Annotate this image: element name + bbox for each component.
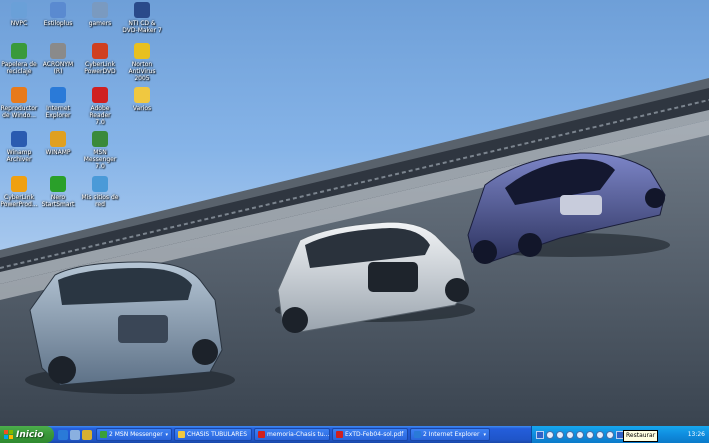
folder-icon xyxy=(178,431,185,438)
adobe-reader-icon xyxy=(92,87,108,103)
pdf-icon xyxy=(258,431,265,438)
desktop-icon-label: NVPC xyxy=(10,20,28,27)
msn-messenger-icon xyxy=(92,131,108,147)
desktop-icon[interactable]: NTI CD & DVD-Maker 7 xyxy=(121,2,163,34)
tooltip: Restaurar xyxy=(623,430,659,442)
desktop-icon[interactable]: Varios xyxy=(121,87,163,112)
gamers-icon xyxy=(92,2,108,18)
taskbar-button[interactable]: ExTD-Feb04-sol.pdf xyxy=(332,428,408,441)
nero-icon xyxy=(50,176,66,192)
taskbar-button-label: ExTD-Feb04-sol.pdf xyxy=(345,431,404,438)
desktop-icon[interactable]: Internet Explorer xyxy=(37,87,79,119)
winamp-icon xyxy=(11,131,27,147)
desktop-icon-label: NTI CD & DVD-Maker 7 xyxy=(122,20,162,34)
norton-icon xyxy=(134,43,150,59)
desktop-icon-label: Internet Explorer xyxy=(45,105,71,119)
internet-explorer-icon xyxy=(414,431,421,438)
desktop-icon-label: Estiloplus xyxy=(43,20,73,27)
desktop-icon-label: Winamp Archiver xyxy=(6,149,32,163)
system-tray: 13:26 xyxy=(531,426,709,443)
desktop-icon[interactable]: NVPC xyxy=(0,2,40,27)
desktop-icon-label: Mis sitios de red xyxy=(81,194,119,208)
desktop[interactable]: NVPC Papelera de reciclaje Reproductor de … xyxy=(0,0,709,426)
desktop-icon[interactable]: CyberLink PowerDVD xyxy=(79,43,121,75)
taskbar-button[interactable]: CHASIS TUBULARES xyxy=(174,428,252,441)
powerdvd-icon xyxy=(92,43,108,59)
taskbar-button-label: CHASIS TUBULARES xyxy=(187,431,248,438)
taskbar-button[interactable]: 2 MSN Messenger ▾ xyxy=(96,428,172,441)
desktop-icon[interactable]: MSN Messenger 7.0 xyxy=(79,131,121,170)
desktop-icon[interactable]: Winamp Archiver xyxy=(0,131,40,163)
media-next-icon[interactable] xyxy=(576,430,584,439)
taskbar-button[interactable]: 2 Internet Explorer ▾ xyxy=(410,428,490,441)
desktop-icon-label: Reproductor de Windo... xyxy=(0,105,38,119)
media-stop-icon[interactable] xyxy=(586,430,594,439)
recycle-bin-icon xyxy=(11,43,27,59)
taskbar: Inicio 2 MSN Messenger ▾ CHASIS TUBULARES m… xyxy=(0,426,709,443)
desktop-icon[interactable]: Mis sitios de red xyxy=(79,176,121,208)
desktop-icon[interactable]: ACRONYM (R) xyxy=(37,43,79,75)
show-desktop-icon[interactable] xyxy=(70,429,80,440)
start-button[interactable]: Inicio xyxy=(0,426,54,443)
chevron-down-icon: ▾ xyxy=(165,431,168,438)
powerproducer-icon xyxy=(11,176,27,192)
internet-explorer-icon[interactable] xyxy=(58,429,68,440)
desktop-icon[interactable]: CyberLink PowerProd... xyxy=(0,176,40,208)
chevron-down-icon: ▾ xyxy=(483,431,486,438)
desktop-icon[interactable]: WINAMP xyxy=(37,131,79,156)
quick-launch xyxy=(54,429,96,440)
volume-icon[interactable] xyxy=(546,430,554,439)
desktop-icon-label: Nero StartSmart xyxy=(41,194,75,208)
pc-icon xyxy=(11,2,27,18)
desktop-icon[interactable]: Papelera de reciclaje xyxy=(0,43,40,75)
media-menu-icon[interactable] xyxy=(606,430,614,439)
desktop-icon-label: Norton AntiVirus 2005 xyxy=(128,61,156,82)
internet-explorer-icon xyxy=(50,87,66,103)
media-player-icon xyxy=(11,87,27,103)
clock[interactable]: 13:26 xyxy=(688,431,709,438)
windows-flag-icon xyxy=(4,430,13,439)
msn-messenger-icon xyxy=(100,431,107,438)
network-places-icon xyxy=(92,176,108,192)
desktop-icon-label: WINAMP xyxy=(45,149,71,156)
desktop-icon-label: ACRONYM (R) xyxy=(42,61,74,75)
winamp-lightning-icon xyxy=(50,131,66,147)
desktop-icon[interactable]: gamers xyxy=(79,2,121,27)
desktop-icon[interactable]: Reproductor de Windo... xyxy=(0,87,40,119)
desktop-icon[interactable]: Norton AntiVirus 2005 xyxy=(121,43,163,82)
media-prev-icon[interactable] xyxy=(556,430,564,439)
desktop-icon-label: Adobe Reader 7.0 xyxy=(89,105,111,126)
folder-icon xyxy=(134,87,150,103)
desktop-icon-label: CyberLink PowerProd... xyxy=(0,194,38,208)
desktop-icon-label: Papelera de reciclaje xyxy=(1,61,37,75)
network-icon xyxy=(50,43,66,59)
start-label: Inicio xyxy=(16,429,44,440)
taskbar-button-label: memoria-Chasis tu... xyxy=(267,431,330,438)
desktop-icon[interactable]: Nero StartSmart xyxy=(37,176,79,208)
folder-app-icon xyxy=(50,2,66,18)
media-play-icon[interactable] xyxy=(566,430,574,439)
outlook-icon[interactable] xyxy=(82,429,92,440)
desktop-icon[interactable]: Adobe Reader 7.0 xyxy=(79,87,121,126)
desktop-icon-label: Varios xyxy=(132,105,152,112)
taskbar-button-label: 2 Internet Explorer xyxy=(423,431,480,438)
taskbar-button-label: 2 MSN Messenger xyxy=(109,431,163,438)
language-icon[interactable] xyxy=(536,430,544,439)
media-pause-icon[interactable] xyxy=(596,430,604,439)
desktop-icon-label: gamers xyxy=(88,20,112,27)
desktop-icon-label: CyberLink PowerDVD xyxy=(84,61,116,75)
taskbar-button[interactable]: memoria-Chasis tu... xyxy=(254,428,330,441)
pdf-icon xyxy=(336,431,343,438)
desktop-icon-label: MSN Messenger 7.0 xyxy=(83,149,117,170)
nti-icon xyxy=(134,2,150,18)
desktop-icon[interactable]: Estiloplus xyxy=(37,2,79,27)
